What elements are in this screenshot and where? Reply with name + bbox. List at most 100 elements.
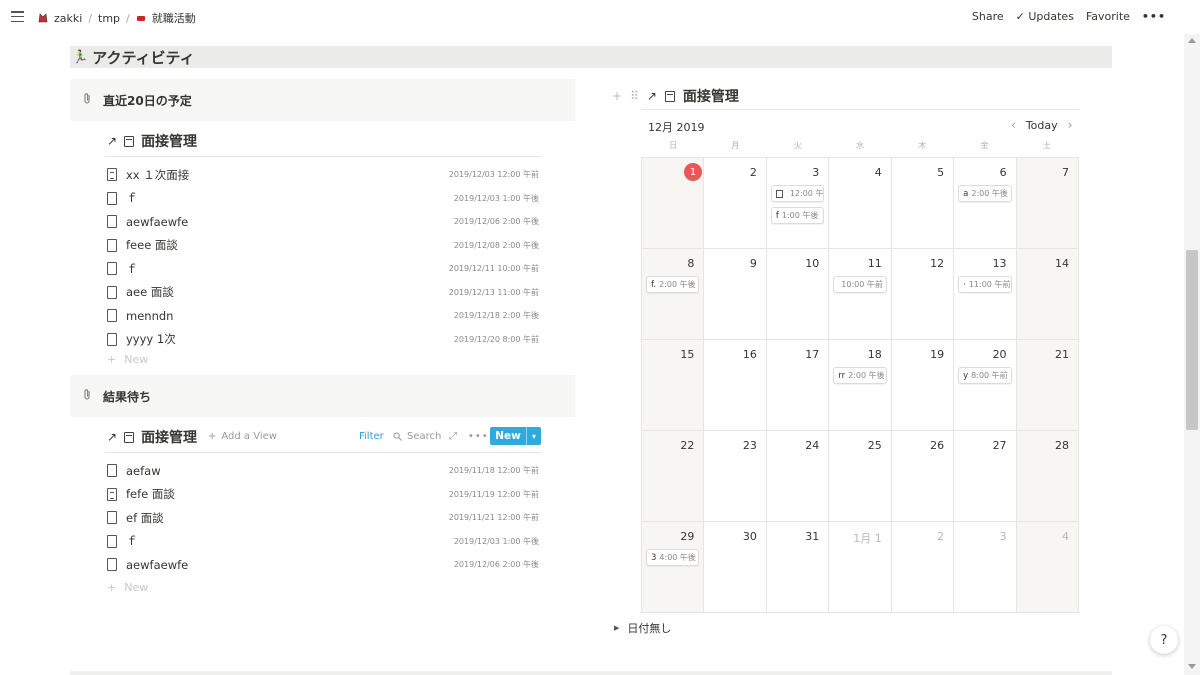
calendar-title-text[interactable]: 面接管理 <box>683 86 739 106</box>
breadcrumb-item-page[interactable]: 就職活動 <box>152 10 196 26</box>
calendar-day-cell[interactable]: 31 <box>766 522 830 613</box>
filter-button[interactable]: Filter <box>359 428 384 444</box>
calendar-day-cell[interactable]: 21 <box>1016 340 1079 431</box>
list-item[interactable]: menndn 2019/12/18 2:00 午後 <box>107 304 539 327</box>
new-entry-button[interactable]: New ▾ <box>490 427 541 445</box>
calendar-day-cell[interactable]: 4 <box>829 158 892 249</box>
calendar-event-card[interactable]: · 11:00 午前 <box>958 276 1012 293</box>
list-item-date: 2019/12/08 2:00 午後 <box>453 240 539 250</box>
list-item[interactable]: fefe 面談 2019/11/19 12:00 午前 <box>107 483 539 506</box>
list-item[interactable]: aewfaewfe 2019/12/06 2:00 午後 <box>107 210 539 233</box>
list-item[interactable]: ｆ 2019/12/11 10:00 午前 <box>107 257 539 280</box>
list-item[interactable]: feee 面談 2019/12/08 2:00 午後 <box>107 234 539 257</box>
calendar-day-cell[interactable]: 27 <box>954 431 1017 522</box>
weekday-label: 火 <box>793 141 802 150</box>
calendar-event-card[interactable]: 12:00 午前 <box>770 185 825 202</box>
calendar-event-card[interactable]: rr 2:00 午後 <box>833 367 887 384</box>
breadcrumb-separator: / <box>126 11 130 25</box>
calendar-event-card[interactable]: f 1:00 午後 <box>770 207 825 224</box>
calendar-event-card[interactable]: 3 4:00 午後 <box>646 549 700 566</box>
calendar-event-card[interactable]: a 2:00 午後 <box>958 185 1012 202</box>
calendar-day-cell[interactable]: 4 <box>1016 522 1079 613</box>
scrollbar-thumb[interactable] <box>1186 250 1198 430</box>
day-number: 23 <box>742 439 757 452</box>
calendar-day-cell[interactable]: 5 <box>891 158 955 249</box>
chevron-left-icon[interactable]: ‹ <box>1011 118 1016 132</box>
pending-db-title[interactable]: ↗ 面接管理 <box>107 427 197 447</box>
calendar-event-card[interactable]: y 8:00 午前 <box>958 367 1012 384</box>
calendar-day-cell[interactable]: 1 <box>642 158 705 249</box>
calendar-day-cell[interactable]: 1月 1 <box>829 522 892 613</box>
calendar-day-cell[interactable]: 9 <box>704 249 767 340</box>
no-date-toggle[interactable]: ▶ 日付無し <box>614 620 671 636</box>
calendar-event-card[interactable]: f. 2:00 午後 <box>646 276 700 293</box>
calendar-day-cell[interactable]: 30 <box>704 522 767 613</box>
updates-button[interactable]: ✓ Updates <box>1016 10 1074 23</box>
calendar-day-cell[interactable]: 25 <box>829 431 892 522</box>
more-menu-button[interactable]: ••• <box>1142 10 1166 23</box>
calendar-day-cell[interactable]: 28 <box>1016 431 1079 522</box>
day-number: 25 <box>867 439 882 452</box>
list-item[interactable]: aewfaewfe 2019/12/06 2:00 午後 <box>107 553 539 576</box>
favorite-button[interactable]: Favorite <box>1086 10 1130 23</box>
list-item[interactable]: xx １次面接 2019/12/03 12:00 午前 <box>107 163 539 186</box>
add-view-button[interactable]: + Add a View <box>208 428 277 444</box>
breadcrumb-item-workspace[interactable]: zakki <box>54 12 82 25</box>
calendar-event-card[interactable]: 10:00 午前 <box>833 276 887 293</box>
calendar-day-cell[interactable]: 20 y 8:00 午前 <box>954 340 1017 431</box>
calendar-day-cell[interactable]: 12 <box>891 249 955 340</box>
list-item[interactable]: aefaw 2019/11/18 12:00 午前 <box>107 459 539 482</box>
drag-handle-icon[interactable]: ⠿ <box>630 89 639 103</box>
pending-more-button[interactable]: ••• <box>468 428 489 444</box>
pending-toggle[interactable]: 結果待ち <box>70 375 575 417</box>
expand-button[interactable]: ⤢ <box>449 428 457 444</box>
calendar-day-cell[interactable]: 19 <box>891 340 955 431</box>
calendar-day-cell[interactable]: 10 <box>766 249 830 340</box>
calendar-day-cell[interactable]: 3 12:00 午前 f1:00 午後 <box>766 158 830 249</box>
calendar-day-cell[interactable]: 3 <box>954 522 1017 613</box>
scroll-down-icon[interactable] <box>1188 664 1196 669</box>
calendar-day-cell[interactable]: 22 <box>642 431 705 522</box>
list-item-date: 2019/12/11 10:00 午前 <box>448 264 539 273</box>
search-button[interactable]: Search <box>393 428 441 444</box>
calendar-day-cell[interactable]: 13 · 11:00 午前 <box>954 249 1017 340</box>
upcoming-new-row-button[interactable]: + New <box>107 353 148 366</box>
calendar-day-cell[interactable]: 11 10:00 午前 <box>829 249 892 340</box>
chevron-right-icon[interactable]: › <box>1068 118 1073 132</box>
calendar-day-cell[interactable]: 2 <box>891 522 955 613</box>
upcoming-db-title[interactable]: ↗ 面接管理 <box>107 131 197 151</box>
calendar-day-cell[interactable]: 7 <box>1016 158 1079 249</box>
calendar-day-cell[interactable]: 18 rr 2:00 午後 <box>829 340 892 431</box>
help-button[interactable]: ? <box>1150 626 1178 654</box>
chevron-down-icon[interactable]: ▾ <box>526 427 541 445</box>
list-item-title: ｆ <box>126 534 138 548</box>
calendar-day-cell[interactable]: 17 <box>766 340 830 431</box>
calendar-day-cell[interactable]: 23 <box>704 431 767 522</box>
breadcrumb-item-folder[interactable]: tmp <box>98 12 120 25</box>
calendar-day-cell[interactable]: 2 <box>704 158 767 249</box>
list-item[interactable]: ｆ 2019/12/03 1:00 午後 <box>107 187 539 210</box>
sidebar-toggle-icon[interactable] <box>11 11 24 22</box>
list-item[interactable]: ｆ 2019/12/03 1:00 午後 <box>107 530 539 553</box>
upcoming-toggle[interactable]: 直近20日の予定 <box>70 79 575 121</box>
calendar-day-cell[interactable]: 6 a 2:00 午後 <box>954 158 1017 249</box>
add-block-icon[interactable]: + <box>612 89 622 103</box>
calendar-day-cell[interactable]: 26 <box>891 431 955 522</box>
calendar-day-cell[interactable]: 16 <box>704 340 767 431</box>
breadcrumb: zakki / tmp / 就職活動 <box>38 10 196 26</box>
list-item[interactable]: aee 面談 2019/12/13 11:00 午前 <box>107 281 539 304</box>
database-icon <box>124 135 135 147</box>
share-button[interactable]: Share <box>972 10 1004 23</box>
workspace-fox-icon <box>38 13 48 23</box>
calendar-day-cell[interactable]: 15 <box>642 340 705 431</box>
calendar-day-cell[interactable]: 24 <box>766 431 830 522</box>
today-button[interactable]: Today <box>1026 119 1058 132</box>
list-item[interactable]: ef 面談 2019/11/21 12:00 午前 <box>107 506 539 529</box>
pending-new-row-button[interactable]: + New <box>107 581 148 594</box>
calendar-day-cell[interactable]: 14 <box>1016 249 1079 340</box>
calendar-day-cell[interactable]: 29 3 4:00 午後 <box>642 522 705 613</box>
calendar-day-cell[interactable]: 8 f. 2:00 午後 <box>642 249 705 340</box>
scroll-up-icon[interactable] <box>1188 38 1196 43</box>
page-scrollbar[interactable] <box>1184 34 1200 675</box>
list-item[interactable]: yyyy 1次 2019/12/20 8:00 午前 <box>107 328 539 351</box>
